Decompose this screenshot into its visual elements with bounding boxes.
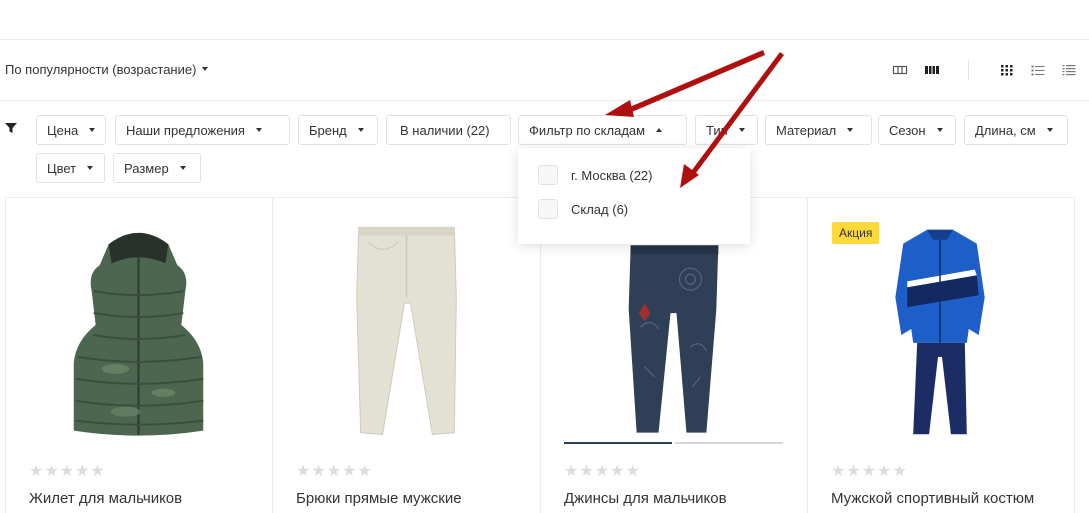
product-image-tracksuit[interactable] <box>808 217 1074 447</box>
warehouse-option-label: г. Москва (22) <box>571 167 653 183</box>
compact-list-view-icon[interactable] <box>1061 62 1077 78</box>
product-image-trousers[interactable] <box>273 217 540 447</box>
columns-view-icon[interactable] <box>892 62 908 78</box>
rating-stars: ★★★★★ <box>296 463 373 480</box>
chevron-down-icon <box>255 128 262 132</box>
filter-length-label: Длина, см <box>975 122 1036 138</box>
image-slider-bar[interactable] <box>675 442 783 444</box>
filter-material-label: Материал <box>776 122 837 138</box>
warehouse-option-sklad[interactable]: Склад (6) <box>538 199 628 219</box>
rating-stars: ★★★★★ <box>564 463 641 480</box>
filter-type[interactable]: Тип <box>695 115 758 145</box>
chevron-down-icon <box>87 166 94 170</box>
product-title[interactable]: Жилет для мальчиков <box>29 490 182 507</box>
chevron-down-icon <box>357 128 364 132</box>
filter-warehouses[interactable]: Фильтр по складам <box>518 115 687 145</box>
filter-offers-label: Наши предложения <box>126 122 245 138</box>
filters-divider <box>0 100 1089 101</box>
sort-dropdown[interactable]: По популярности (возрастание) <box>5 62 209 77</box>
filter-length[interactable]: Длина, см <box>964 115 1068 145</box>
rating-stars: ★★★★★ <box>29 463 106 480</box>
filter-size-label: Размер <box>124 160 169 176</box>
filter-brand-label: Бренд <box>309 122 347 138</box>
filter-price-label: Цена <box>47 122 79 138</box>
product-image-vest[interactable] <box>6 217 272 447</box>
product-card[interactable]: ★★★★★ Джинсы для мальчиков <box>540 197 807 513</box>
filter-warehouses-label: Фильтр по складам <box>529 122 646 138</box>
chevron-down-icon <box>202 66 209 71</box>
chevron-up-icon <box>656 128 663 132</box>
product-image-jeans[interactable] <box>541 217 807 447</box>
filter-in-stock[interactable]: В наличии (22) <box>386 115 511 145</box>
filter-icon[interactable] <box>4 121 18 135</box>
product-title[interactable]: Джинсы для мальчиков <box>564 490 727 507</box>
chevron-down-icon <box>89 128 96 132</box>
product-card[interactable]: Акция ★★★★★ Мужской спортивный костюм <box>807 197 1075 513</box>
view-separator <box>968 60 969 80</box>
header-divider <box>0 39 1089 40</box>
product-title[interactable]: Брюки прямые мужские <box>296 490 462 507</box>
filter-material[interactable]: Материал <box>765 115 872 145</box>
warehouse-filter-dropdown: г. Москва (22) Склад (6) <box>518 148 750 244</box>
product-card[interactable]: ★★★★★ Брюки прямые мужские <box>272 197 540 513</box>
rating-stars: ★★★★★ <box>831 463 908 480</box>
filter-season[interactable]: Сезон <box>878 115 956 145</box>
checkbox[interactable] <box>538 165 558 185</box>
filter-price[interactable]: Цена <box>36 115 106 145</box>
chevron-down-icon <box>847 128 854 132</box>
grid-view-icon[interactable] <box>999 62 1015 78</box>
filter-in-stock-label: В наличии (22) <box>400 122 490 138</box>
filter-color-label: Цвет <box>47 160 77 176</box>
rows-view-icon[interactable] <box>924 62 940 78</box>
product-title[interactable]: Мужской спортивный костюм <box>831 490 1034 507</box>
chevron-down-icon <box>179 166 186 170</box>
checkbox[interactable] <box>538 199 558 219</box>
filter-season-label: Сезон <box>889 122 926 138</box>
list-view-icon[interactable] <box>1030 62 1046 78</box>
filter-offers[interactable]: Наши предложения <box>115 115 290 145</box>
sort-label: По популярности (возрастание) <box>5 62 197 77</box>
filter-brand[interactable]: Бренд <box>298 115 378 145</box>
chevron-down-icon <box>936 128 943 132</box>
warehouse-option-label: Склад (6) <box>571 201 629 217</box>
image-slider-bar-active[interactable] <box>564 442 672 444</box>
filter-size[interactable]: Размер <box>113 153 201 183</box>
chevron-down-icon <box>738 128 745 132</box>
warehouse-option-moscow[interactable]: г. Москва (22) <box>538 165 653 185</box>
filter-type-label: Тип <box>706 122 728 138</box>
filter-color[interactable]: Цвет <box>36 153 105 183</box>
product-card[interactable]: ★★★★★ Жилет для мальчиков <box>5 197 272 513</box>
chevron-down-icon <box>1046 128 1053 132</box>
